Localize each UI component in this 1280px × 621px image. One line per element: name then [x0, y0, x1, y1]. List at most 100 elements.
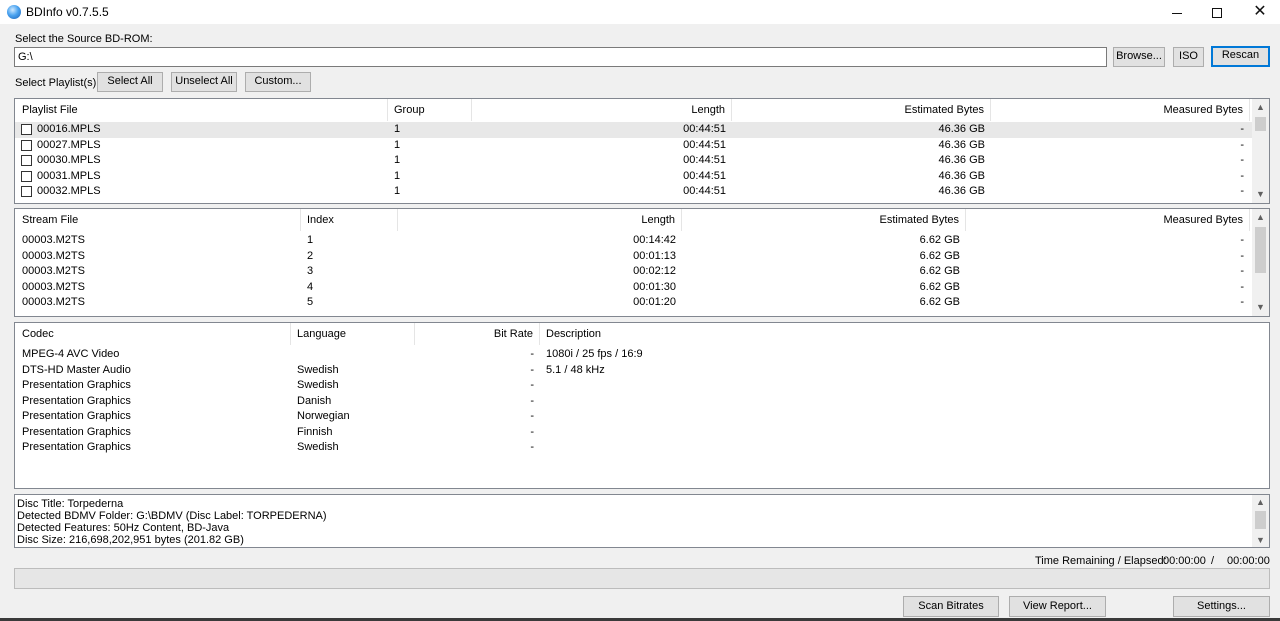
- playlist-file-name: 00016.MPLS: [37, 123, 101, 135]
- column-header-description[interactable]: Description: [540, 323, 1269, 345]
- stream-measured-bytes: -: [1240, 265, 1244, 277]
- codec-description: 5.1 / 48 kHz: [546, 363, 605, 376]
- stream-file-name: 00003.M2TS: [22, 234, 85, 246]
- stream-measured-bytes: -: [1240, 234, 1244, 246]
- playlist-group: 1: [394, 169, 401, 182]
- time-remaining-value: 00:00:00: [1163, 555, 1206, 567]
- column-header-playlist-file[interactable]: Playlist File: [16, 99, 388, 121]
- scrollbar-thumb[interactable]: [1255, 227, 1266, 273]
- stream-row[interactable]: 00003.M2TS 2 00:01:13 6.62 GB -: [15, 249, 1254, 265]
- browse-button[interactable]: Browse...: [1113, 47, 1165, 67]
- view-report-button[interactable]: View Report...: [1009, 596, 1106, 617]
- playlist-measured-bytes: -: [1240, 154, 1244, 166]
- codec-bit-rate: -: [530, 379, 534, 391]
- scroll-up-icon[interactable]: ▲: [1252, 495, 1269, 509]
- playlist-length: 00:44:51: [683, 169, 726, 182]
- scan-bitrates-button[interactable]: Scan Bitrates: [903, 596, 999, 617]
- codec-name: Presentation Graphics: [22, 425, 131, 438]
- column-header-index[interactable]: Index: [301, 209, 398, 231]
- scroll-down-icon[interactable]: ▼: [1252, 533, 1269, 547]
- codec-bit-rate: -: [530, 441, 534, 453]
- scrollbar-thumb[interactable]: [1255, 117, 1266, 131]
- playlist-row[interactable]: 00030.MPLS 1 00:44:51 46.36 GB -: [15, 153, 1254, 169]
- playlist-file-name: 00030.MPLS: [37, 154, 101, 166]
- scroll-down-icon[interactable]: ▼: [1252, 186, 1269, 203]
- stream-list[interactable]: Stream File Index Length Estimated Bytes…: [14, 208, 1270, 317]
- custom-button[interactable]: Custom...: [245, 72, 311, 92]
- playlist-length: 00:44:51: [683, 123, 726, 135]
- select-all-button[interactable]: Select All: [97, 72, 163, 92]
- stream-file-name: 00003.M2TS: [22, 265, 85, 277]
- column-header-bit-rate[interactable]: Bit Rate: [415, 323, 540, 345]
- codec-description: 1080i / 25 fps / 16:9: [546, 348, 643, 360]
- codec-name: MPEG-4 AVC Video: [22, 348, 120, 360]
- maximize-icon: [1212, 8, 1222, 19]
- unselect-all-button[interactable]: Unselect All: [171, 72, 237, 92]
- codec-row[interactable]: Presentation Graphics Swedish -: [15, 440, 1269, 456]
- playlist-row[interactable]: 00016.MPLS 1 00:44:51 46.36 GB -: [15, 122, 1254, 138]
- maximize-button[interactable]: [1196, 0, 1238, 24]
- stream-measured-bytes: -: [1240, 280, 1244, 293]
- source-path-input[interactable]: G:\: [14, 47, 1107, 67]
- playlist-row[interactable]: 00027.MPLS 1 00:44:51 46.36 GB -: [15, 138, 1254, 154]
- stream-file-name: 00003.M2TS: [22, 249, 85, 262]
- playlist-measured-bytes: -: [1240, 185, 1244, 197]
- playlist-list[interactable]: Playlist File Group Length Estimated Byt…: [14, 98, 1270, 204]
- playlist-row[interactable]: 00032.MPLS 1 00:44:51 46.36 GB -: [15, 184, 1254, 200]
- column-header-codec[interactable]: Codec: [16, 323, 291, 345]
- playlist-group: 1: [394, 185, 401, 197]
- column-header-measured-bytes[interactable]: Measured Bytes: [991, 99, 1250, 121]
- rescan-button[interactable]: Rescan: [1211, 46, 1270, 67]
- iso-button[interactable]: ISO: [1173, 47, 1204, 67]
- playlist-scrollbar[interactable]: ▲ ▼: [1252, 99, 1269, 203]
- scroll-up-icon[interactable]: ▲: [1252, 99, 1269, 116]
- minimize-button[interactable]: [1156, 0, 1198, 24]
- stream-index: 2: [307, 249, 314, 262]
- codec-row[interactable]: Presentation Graphics Finnish -: [15, 425, 1269, 441]
- disc-info-textbox[interactable]: Disc Title: Torpederna Detected BDMV Fol…: [14, 494, 1270, 548]
- disc-info-scrollbar[interactable]: ▲ ▼: [1252, 495, 1269, 547]
- column-header-language[interactable]: Language: [291, 323, 415, 345]
- codec-row[interactable]: Presentation Graphics Norwegian -: [15, 409, 1269, 425]
- playlist-estimated-bytes: 46.36 GB: [938, 138, 985, 151]
- playlist-row[interactable]: 00031.MPLS 1 00:44:51 46.36 GB -: [15, 169, 1254, 185]
- column-header-length[interactable]: Length: [472, 99, 732, 121]
- codec-row[interactable]: DTS-HD Master Audio Swedish - 5.1 / 48 k…: [15, 363, 1269, 379]
- title-bar: BDInfo v0.7.5.5 ✕: [0, 0, 1280, 24]
- stream-measured-bytes: -: [1240, 296, 1244, 308]
- codec-list[interactable]: Codec Language Bit Rate Description MPEG…: [14, 322, 1270, 489]
- stream-row[interactable]: 00003.M2TS 1 00:14:42 6.62 GB -: [15, 233, 1254, 249]
- codec-bit-rate: -: [530, 410, 534, 422]
- playlist-group: 1: [394, 154, 401, 166]
- detected-features-line: Detected Features: 50Hz Content, BD-Java: [17, 522, 230, 534]
- scroll-up-icon[interactable]: ▲: [1252, 209, 1269, 226]
- stream-estimated-bytes: 6.62 GB: [919, 249, 960, 262]
- codec-row[interactable]: Presentation Graphics Swedish -: [15, 378, 1269, 394]
- playlist-measured-bytes: -: [1240, 169, 1244, 182]
- codec-row[interactable]: Presentation Graphics Danish -: [15, 394, 1269, 410]
- stream-row[interactable]: 00003.M2TS 4 00:01:30 6.62 GB -: [15, 280, 1254, 296]
- stream-length: 00:02:12: [633, 265, 676, 277]
- column-header-estimated-bytes[interactable]: Estimated Bytes: [682, 209, 966, 231]
- scroll-down-icon[interactable]: ▼: [1252, 299, 1269, 316]
- column-header-measured-bytes[interactable]: Measured Bytes: [966, 209, 1250, 231]
- stream-length: 00:01:13: [633, 249, 676, 262]
- column-header-estimated-bytes[interactable]: Estimated Bytes: [732, 99, 991, 121]
- playlist-estimated-bytes: 46.36 GB: [938, 154, 985, 166]
- column-header-stream-file[interactable]: Stream File: [16, 209, 301, 231]
- close-button[interactable]: ✕: [1239, 0, 1280, 24]
- stream-row[interactable]: 00003.M2TS 5 00:01:20 6.62 GB -: [15, 295, 1254, 311]
- settings-button[interactable]: Settings...: [1173, 596, 1270, 617]
- stream-scrollbar[interactable]: ▲ ▼: [1252, 209, 1269, 316]
- stream-estimated-bytes: 6.62 GB: [919, 280, 960, 293]
- stream-row[interactable]: 00003.M2TS 3 00:02:12 6.62 GB -: [15, 264, 1254, 280]
- codec-row[interactable]: MPEG-4 AVC Video - 1080i / 25 fps / 16:9: [15, 347, 1269, 363]
- playlist-estimated-bytes: 46.36 GB: [938, 123, 985, 135]
- playlist-measured-bytes: -: [1240, 123, 1244, 135]
- column-header-length[interactable]: Length: [398, 209, 682, 231]
- scrollbar-thumb[interactable]: [1255, 511, 1266, 529]
- playlist-file-name: 00031.MPLS: [37, 169, 101, 182]
- disc-size-line: Disc Size: 216,698,202,951 bytes (201.82…: [17, 534, 244, 546]
- playlist-estimated-bytes: 46.36 GB: [938, 169, 985, 182]
- column-header-group[interactable]: Group: [388, 99, 472, 121]
